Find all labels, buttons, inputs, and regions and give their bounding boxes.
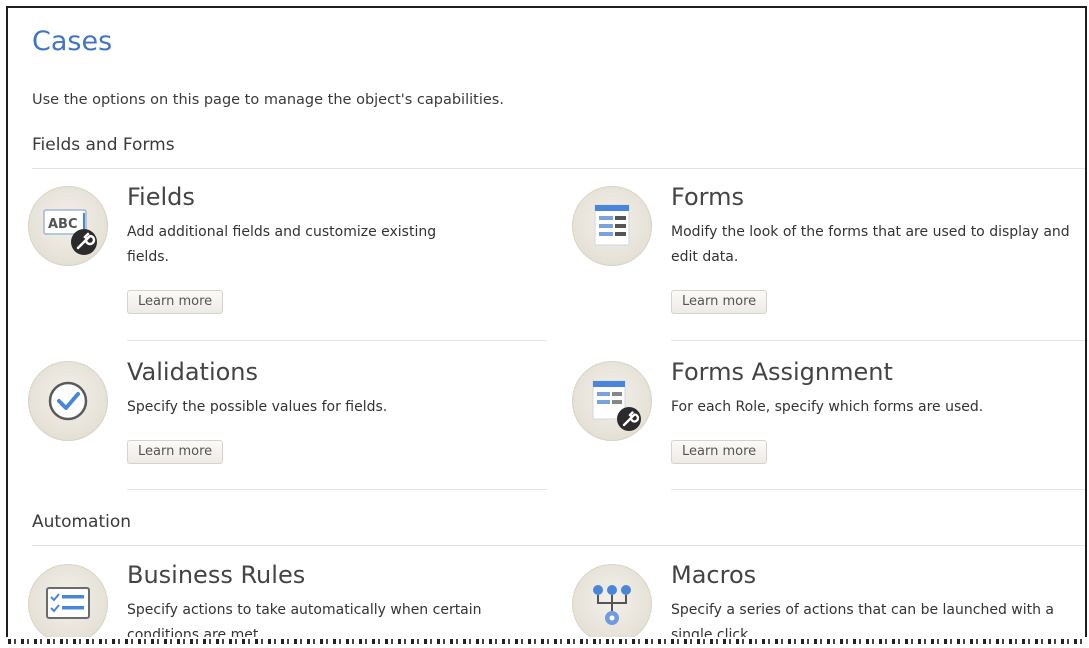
card-divider	[671, 489, 1085, 490]
clipped-text-artifact	[8, 639, 1083, 644]
validations-icon-badge	[28, 361, 108, 441]
section-divider	[32, 168, 1085, 169]
forms-assignment-description: For each Role, specify which forms are u…	[671, 399, 984, 415]
svg-text:ABC: ABC	[48, 217, 78, 232]
section-heading-fields-and-forms: Fields and Forms	[32, 135, 175, 155]
validations-learn-more-button[interactable]: Learn more	[127, 440, 224, 464]
fields-description: Add additional fields and customize exis…	[127, 224, 437, 265]
business-rules-icon-badge	[28, 564, 108, 644]
card-divider	[127, 340, 547, 341]
form-wrench-icon	[592, 380, 641, 431]
forms-icon-badge	[572, 186, 652, 266]
forms-learn-more-button[interactable]: Learn more	[671, 290, 768, 314]
section-heading-automation: Automation	[32, 512, 132, 532]
business-rules-card: Business Rules Specify actions to take a…	[28, 561, 548, 646]
forms-assignment-learn-more-button[interactable]: Learn more	[671, 440, 768, 464]
page-intro: Use the options on this page to manage t…	[32, 92, 504, 108]
checklist-icon	[46, 587, 90, 619]
forms-assignment-card: Forms Assignment For each Role, specify …	[572, 358, 1085, 501]
macros-card: Macros Specify a series of actions that …	[572, 561, 1085, 646]
checkmark-icon	[48, 381, 88, 421]
macros-title[interactable]: Macros	[671, 561, 756, 589]
validations-description: Specify the possible values for fields.	[127, 399, 388, 415]
page-title: Cases	[32, 26, 113, 57]
section-divider	[32, 545, 1085, 546]
fields-learn-more-button[interactable]: Learn more	[127, 290, 224, 314]
forms-description: Modify the look of the forms that are us…	[671, 224, 1070, 265]
cases-settings-panel: Cases Use the options on this page to ma…	[6, 6, 1087, 646]
card-divider	[127, 489, 547, 490]
form-layout-icon	[594, 204, 630, 246]
validations-card: Validations Specify the possible values …	[28, 358, 548, 501]
fields-title[interactable]: Fields	[127, 183, 195, 211]
forms-title[interactable]: Forms	[671, 183, 744, 211]
forms-assignment-title[interactable]: Forms Assignment	[671, 358, 893, 386]
forms-card: Forms Modify the look of the forms that …	[572, 183, 1085, 346]
abc-wrench-icon: ABC	[43, 209, 97, 255]
macros-icon-badge	[572, 564, 652, 644]
validations-title[interactable]: Validations	[127, 358, 258, 386]
card-divider	[671, 340, 1085, 341]
fields-card: ABC Fields Add additional fields and cus…	[28, 183, 548, 346]
bottom-clipped-strip	[0, 637, 1089, 648]
macro-flow-icon	[593, 585, 631, 625]
fields-icon-badge: ABC	[28, 186, 108, 266]
business-rules-title[interactable]: Business Rules	[127, 561, 305, 589]
forms-assignment-icon-badge	[572, 361, 652, 441]
